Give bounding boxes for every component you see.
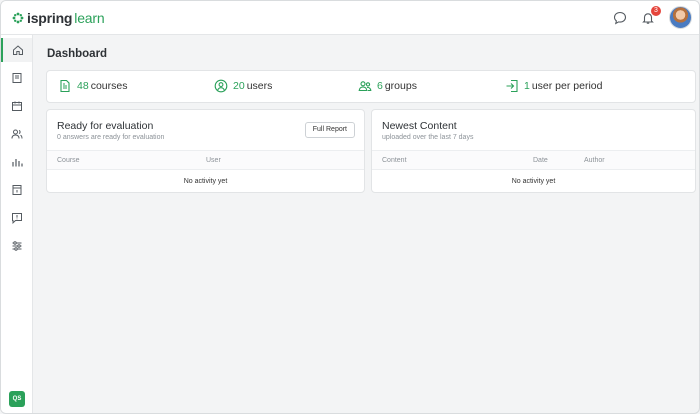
newest-content-subtitle: uploaded over the last 7 days (382, 134, 474, 141)
logo-flower-icon (12, 12, 24, 24)
sidebar-item-settings[interactable] (1, 234, 32, 258)
users-icon (11, 129, 22, 139)
logo-text-learn: learn (74, 10, 105, 26)
newest-empty-state: No activity yet (511, 178, 556, 185)
page-title: Dashboard (47, 48, 108, 60)
sidebar-item-content[interactable] (1, 66, 32, 90)
calendar-page-icon (12, 185, 21, 195)
sign-in-icon (506, 79, 518, 93)
stat-active-users-label: user per period (531, 80, 603, 92)
sidebar-item-events[interactable] (1, 178, 32, 202)
calendar-icon (11, 101, 22, 111)
column-user[interactable]: User (206, 157, 221, 164)
column-content[interactable]: Content (382, 157, 407, 164)
stat-groups-count: 6 (377, 80, 383, 92)
book-icon (12, 73, 21, 83)
sidebar-item-users[interactable] (1, 122, 32, 146)
sidebar-item-feedback[interactable] (1, 206, 32, 230)
bar-chart-icon (11, 159, 23, 167)
stat-courses[interactable]: 48 courses (58, 79, 127, 93)
column-date[interactable]: Date (533, 157, 548, 164)
feedback-icon (11, 213, 22, 224)
top-bar: ispring learn 3 (1, 1, 699, 35)
evaluation-table-header: Course User (47, 150, 364, 170)
newest-content-title: Newest Content (382, 120, 457, 132)
evaluation-subtitle: 0 answers are ready for evaluation (57, 134, 165, 141)
newest-table-header: Content Date Author (372, 150, 695, 170)
chat-bubble-icon[interactable] (613, 11, 627, 25)
full-report-button[interactable]: Full Report (304, 122, 355, 138)
evaluation-title: Ready for evaluation (57, 120, 154, 132)
column-author[interactable]: Author (584, 157, 605, 164)
evaluation-empty-state: No activity yet (183, 178, 228, 185)
logo-text-ispring: ispring (27, 10, 73, 26)
stat-courses-count: 48 (77, 80, 89, 92)
stat-users-label: users (246, 80, 273, 92)
notification-count-badge: 3 (651, 6, 661, 16)
home-icon (12, 45, 23, 55)
stat-groups[interactable]: 6 groups (358, 79, 417, 93)
stat-groups-label: groups (384, 80, 417, 92)
evaluation-card: Ready for evaluation 0 answers are ready… (46, 109, 365, 193)
stat-users-count: 20 (233, 80, 245, 92)
app-logo[interactable]: ispring learn (12, 10, 105, 26)
sidebar-item-calendar[interactable] (1, 94, 32, 118)
sidebar-item-reports[interactable] (1, 150, 32, 174)
column-course[interactable]: Course (57, 157, 80, 164)
newest-content-card: Newest Content uploaded over the last 7 … (371, 109, 696, 193)
sidebar-item-home[interactable] (1, 38, 32, 62)
app-window: ispring learn 3 QS Dashboard 48 courses … (0, 0, 700, 414)
user-circle-icon (214, 79, 228, 93)
stats-bar: 48 courses 20 users 6 groups 1 user per … (46, 70, 696, 103)
stat-courses-label: courses (90, 80, 128, 92)
stat-active-users-count: 1 (524, 80, 530, 92)
sidebar: QS (1, 35, 33, 413)
document-icon (60, 79, 70, 93)
stat-active-users[interactable]: 1 user per period (505, 79, 602, 93)
group-icon (358, 81, 372, 92)
user-initials-button[interactable]: QS (9, 391, 25, 407)
settings-sliders-icon (12, 241, 21, 251)
stat-users[interactable]: 20 users (214, 79, 272, 93)
user-avatar[interactable] (669, 6, 692, 29)
